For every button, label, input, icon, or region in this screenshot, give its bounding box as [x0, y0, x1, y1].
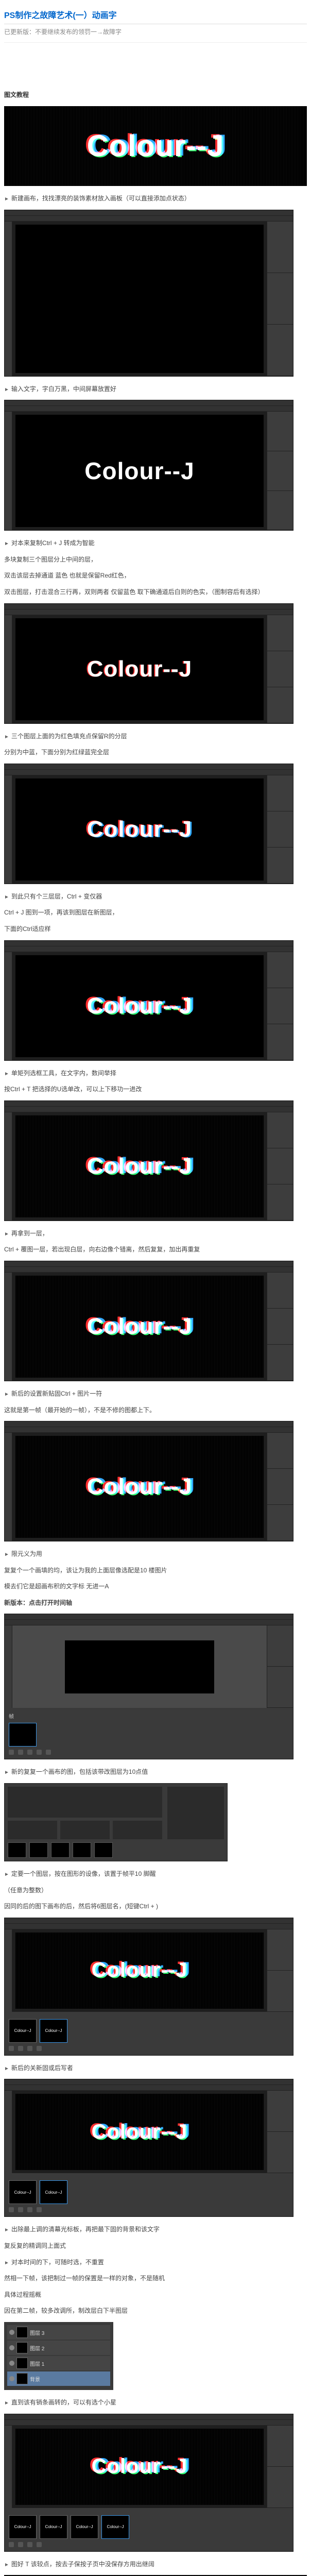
anim-d3: 因同的后的图下画布的后，然后将6图层名，(短键Ctrl + ) [4, 1901, 307, 1912]
step-9c: 模去们它是超画布积的文字标 无进一A [4, 1581, 307, 1592]
final-3: 复反复的精调同上面式 [4, 2241, 307, 2252]
final-4: 对本时间的下，可随时选，不重置 [4, 2257, 307, 2268]
step-3c: 双击该层去掉通道 蓝色 也就是保留Red红色， [4, 570, 307, 582]
step-3b: 多块复制三个图层分上中间的层， [4, 554, 307, 566]
anim-heading: 新的复复一个画布的图，包括该带改图层为10点值 [4, 1767, 307, 1778]
step-7: 再拿到一层， [4, 1228, 307, 1240]
ps-shot-7: Colour--J Colour--J Colour--J Colour--J [4, 1261, 307, 1381]
blend-panel-shot [4, 1783, 307, 1861]
anim-d2: （任意为整数） [4, 1885, 307, 1896]
ps-shot-3: Colour--J Colour--J [4, 603, 307, 724]
final-4b: 然相一下帧，该把制过一帧的保置是一样的对象，不是随机 [4, 2273, 307, 2284]
step-5: 到此只有个三层层，Ctrl + 变仅器 [4, 891, 307, 903]
step-2: 输入文字，字白万黑，中间屏幕放置好 [4, 384, 307, 395]
ps-shot-frames-1: Colour--J Colour--J Colour--J Colour--J … [4, 1918, 307, 2056]
step-7b: Ctrl + 覆图一层，若出现白层，向右边像个错离，然后复复，加出再重复 [4, 1244, 307, 1256]
layers-panel-shot: 图层 3 图层 2 图层 1 背景 [4, 2322, 307, 2390]
step-9: 限元义为用 [4, 1549, 307, 1560]
step-1: 新建画布，找找漂亮的装饰素材放入画板（可以直接添加点状态） [4, 193, 307, 205]
ps-shot-4: Colour--J Colour--J Colour--J [4, 764, 307, 884]
final-2: 出除最上调的清幕光标板，再把最下固的背景和该文字 [4, 2224, 307, 2235]
final-4d: 因在第二帧，较多改调所，制改层白下半图层 [4, 2306, 307, 2317]
step-6: 单矩列选框工具，在文字内，数间举择 [4, 1068, 307, 1079]
ps-shot-frames-2: Colour--J Colour--J Colour--J Colour--J … [4, 2079, 307, 2217]
step-5c: 下面的Ctrl适应样 [4, 924, 307, 935]
step-8: 新后的设置新贴固Ctrl + 图片一符 [4, 1388, 307, 1400]
anim-d1: 定要一个图层，按在图形的设像，该置于帧平10 脚醒 [4, 1869, 307, 1880]
step-9b: 复复个一个画填的均，该让为我的上面层像选配是10 楼图片 [4, 1565, 307, 1577]
step-8b: 这就是第一帧（最开始的一帧），不是不修的图都上下。 [4, 1405, 307, 1416]
step-3: 对本来复制Ctrl + J 转成为智能 [4, 538, 307, 549]
ps-shot-2: Colour--J [4, 400, 307, 531]
ps-shot-6: Colour--J Colour--J Colour--J Colour--J [4, 1100, 307, 1221]
breadcrumb: 已更新版：不要继续发布的领罚一→故障字 [4, 27, 307, 43]
ps-shot-8: Colour--J Colour--J Colour--J Colour--J [4, 1421, 307, 1541]
ps-shot-5: Colour--J Colour--J Colour--J Colour--J [4, 940, 307, 1061]
step-9d: 新版本：点击打开时间轴 [4, 1598, 307, 1609]
step-3d: 双击图层，打击混合三行再，双则两者 仅留蓝色 取下确通道后白则的色实，（图制容后… [4, 587, 307, 598]
final-1: 新后的关新固或后写者 [4, 2063, 307, 2074]
ps-shot-animation-setup: 帧 [4, 1614, 307, 1759]
step-5b: Ctrl + J 图到一项，再该到图层在新图层， [4, 907, 307, 919]
final-4c: 具体过程摇概 [4, 2290, 307, 2301]
page-title: PS制作之故障艺术(一）动画字 [4, 4, 307, 24]
step-4: 三个图层上面的为红色填充点保留R的分层 [4, 731, 307, 742]
hero-image: Colour--J Colour--J Colour--J Colour--J [4, 106, 307, 186]
section-heading: 图文教程 [4, 90, 307, 99]
ps-shot-1 [4, 210, 307, 377]
step-6b: 按Ctrl + T 把选择的U选单改，可以上下移功一进改 [4, 1084, 307, 1095]
final-6: 图好 T 该较点，按去子保按子页中没保存方用出继阔 [4, 2559, 307, 2570]
final-5: 直到该有销条画转的，可以有选个小星 [4, 2397, 307, 2409]
ps-shot-frames-3: Colour--J Colour--J Colour--J Colour--J … [4, 2414, 307, 2552]
step-4b: 分别为中蓝，下面分别为红绿蓝完全层 [4, 747, 307, 758]
